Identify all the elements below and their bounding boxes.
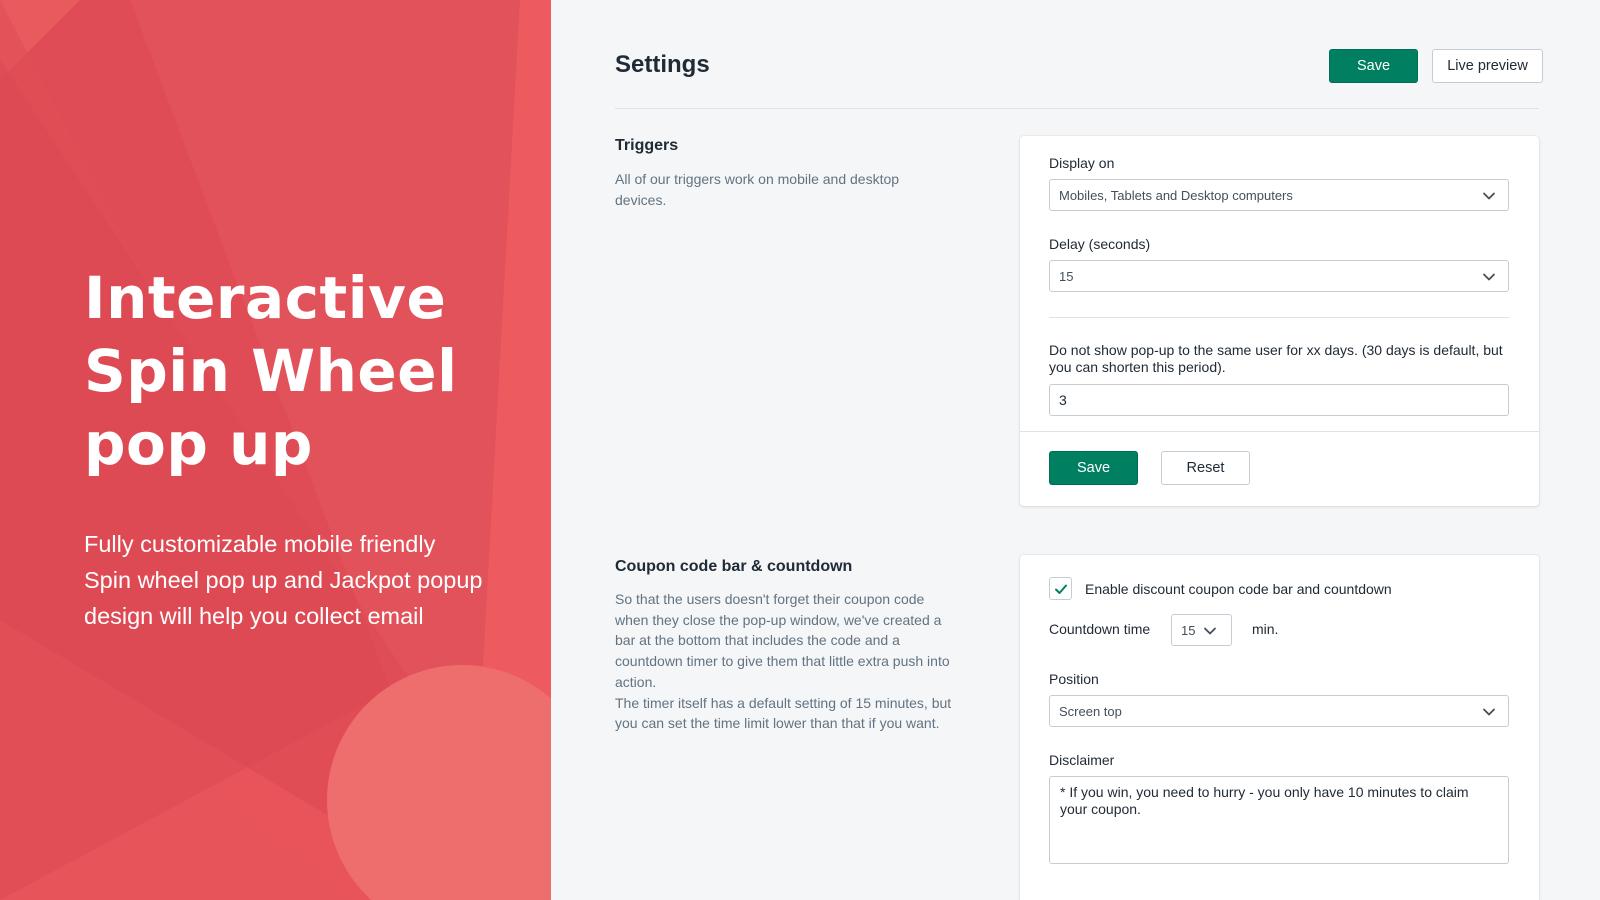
triggers-section-title: Triggers bbox=[615, 137, 679, 154]
chevron-down-icon bbox=[1483, 708, 1495, 716]
delay-label: Delay (seconds) bbox=[1049, 236, 1151, 252]
position-label: Position bbox=[1049, 671, 1099, 687]
promo-title: Interactive Spin Wheel pop up bbox=[84, 262, 524, 481]
chevron-down-icon bbox=[1483, 192, 1495, 200]
display-on-select[interactable]: Mobiles, Tablets and Desktop computers bbox=[1049, 179, 1509, 211]
coupon-description-paragraph: The timer itself has a default setting o… bbox=[615, 694, 952, 732]
coupon-description-paragraph: So that the users doesn't forget their c… bbox=[615, 591, 950, 690]
divider bbox=[1020, 431, 1539, 432]
delay-value: 15 bbox=[1059, 268, 1074, 284]
display-on-value: Mobiles, Tablets and Desktop computers bbox=[1059, 187, 1293, 203]
countdown-unit: min. bbox=[1252, 621, 1279, 637]
countdown-select[interactable]: 15 bbox=[1171, 614, 1232, 646]
promo-title-line: Spin Wheel bbox=[84, 337, 458, 405]
disclaimer-textarea[interactable]: * If you win, you need to hurry - you on… bbox=[1049, 776, 1509, 864]
live-preview-button[interactable]: Live preview bbox=[1432, 49, 1543, 83]
coupon-section-description: So that the users doesn't forget their c… bbox=[615, 589, 960, 734]
promo-subtitle-line: Spin wheel pop up and Jackpot popup bbox=[84, 567, 483, 593]
coupon-section-title: Coupon code bar & countdown bbox=[615, 558, 853, 575]
triggers-reset-button[interactable]: Reset bbox=[1161, 451, 1250, 485]
divider bbox=[1049, 317, 1509, 318]
promo-subtitle: Fully customizable mobile friendly Spin … bbox=[84, 526, 514, 634]
enable-coupon-checkbox[interactable] bbox=[1049, 577, 1072, 600]
header-save-button[interactable]: Save bbox=[1329, 49, 1418, 83]
enable-coupon-label: Enable discount coupon code bar and coun… bbox=[1085, 581, 1392, 597]
checkmark-icon bbox=[1055, 584, 1067, 594]
page-title: Settings bbox=[615, 51, 710, 78]
promo-panel: Interactive Spin Wheel pop up Fully cust… bbox=[0, 0, 551, 900]
promo-title-line: pop up bbox=[84, 410, 313, 478]
settings-panel: Settings Save Live preview Triggers All … bbox=[551, 0, 1600, 900]
chevron-down-icon bbox=[1204, 627, 1216, 635]
page-header: Settings Save Live preview bbox=[615, 49, 1543, 109]
disclaimer-label: Disclaimer bbox=[1049, 752, 1115, 768]
countdown-value: 15 bbox=[1181, 622, 1196, 638]
display-on-label: Display on bbox=[1049, 155, 1115, 171]
chevron-down-icon bbox=[1483, 273, 1495, 281]
promo-subtitle-line: design will help you collect email bbox=[84, 603, 424, 629]
coupon-card: Enable discount coupon code bar and coun… bbox=[1020, 555, 1539, 900]
triggers-section-description: All of our triggers work on mobile and d… bbox=[615, 171, 900, 208]
delay-select[interactable]: 15 bbox=[1049, 260, 1509, 292]
triggers-save-button[interactable]: Save bbox=[1049, 451, 1138, 485]
position-select[interactable]: Screen top bbox=[1049, 695, 1509, 727]
days-label: Do not show pop-up to the same user for … bbox=[1049, 342, 1503, 375]
promo-subtitle-line: Fully customizable mobile friendly bbox=[84, 531, 436, 557]
position-value: Screen top bbox=[1059, 703, 1122, 719]
triggers-card: Display on Mobiles, Tablets and Desktop … bbox=[1020, 136, 1539, 506]
days-input[interactable]: 3 bbox=[1049, 384, 1509, 416]
promo-title-line: Interactive bbox=[84, 264, 447, 332]
countdown-label: Countdown time bbox=[1049, 621, 1151, 637]
